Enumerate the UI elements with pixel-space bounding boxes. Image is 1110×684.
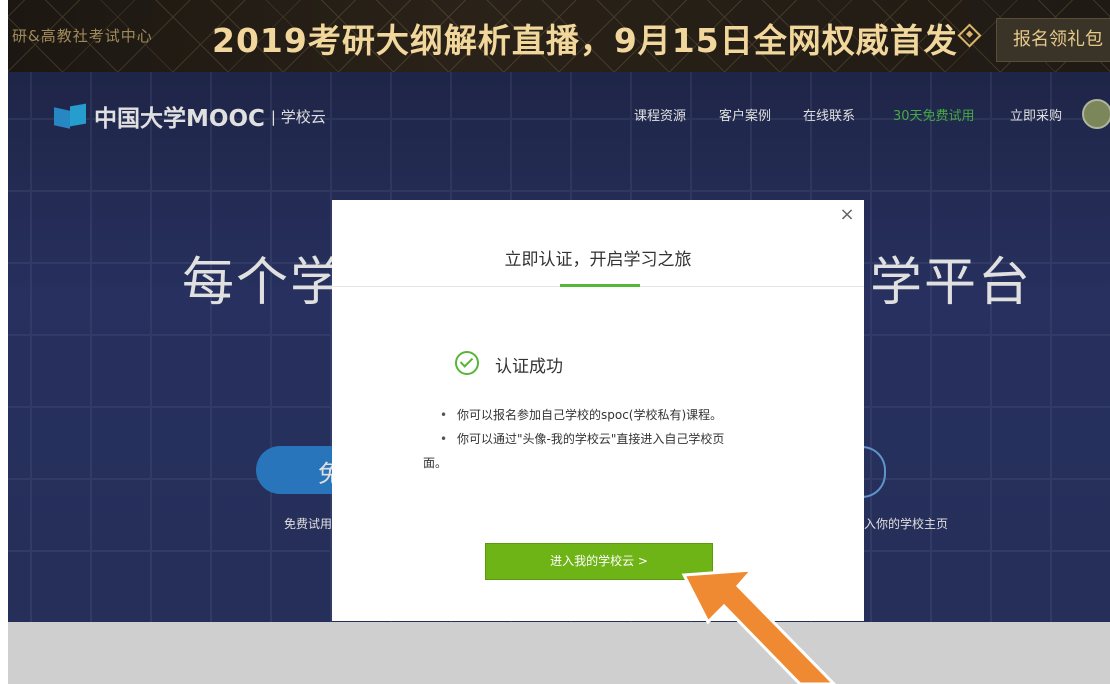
page: 研&高教社考试中心 2019考研大纲解析直播，9月15日全网权威首发 报名领礼包… [8,0,1110,684]
arrow-pointer-icon [681,568,837,684]
